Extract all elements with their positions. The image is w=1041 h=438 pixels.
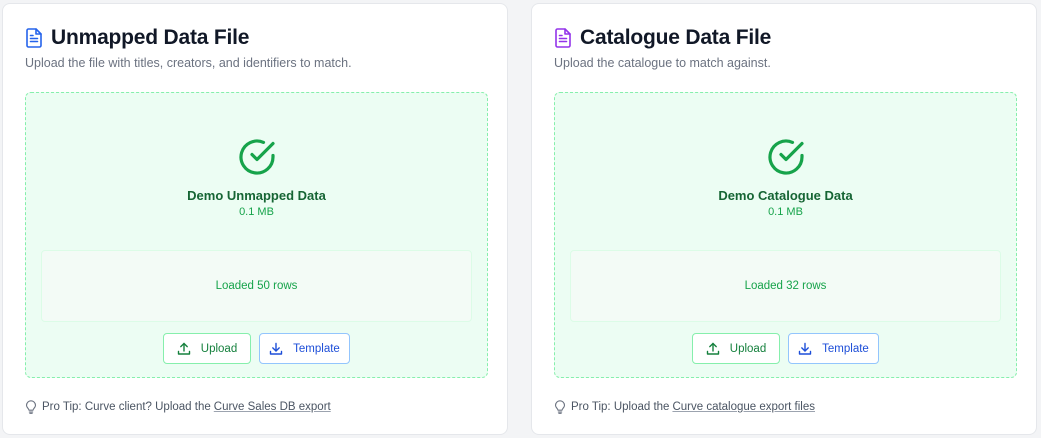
- upload-label: Upload: [729, 342, 767, 355]
- card-title: Catalogue Data File: [580, 26, 772, 49]
- pro-tip-link[interactable]: Curve catalogue export files: [672, 401, 815, 413]
- template-label: Template: [822, 342, 869, 355]
- card-subtitle: Upload the catalogue to match against.: [554, 56, 771, 70]
- check-circle-icon: [768, 139, 804, 175]
- load-status-text: Loaded 50 rows: [215, 280, 298, 292]
- pro-tip-text: Pro Tip: Upload the: [571, 401, 670, 413]
- pro-tip-link[interactable]: Curve Sales DB export: [214, 401, 331, 413]
- lightbulb-icon: [25, 400, 37, 414]
- lightbulb-icon: [554, 400, 566, 414]
- card-header: Unmapped Data File: [25, 26, 249, 50]
- upload-button[interactable]: Upload: [163, 333, 251, 364]
- file-size: 0.1 MB: [768, 206, 803, 218]
- file-dropzone[interactable]: Demo Unmapped Data 0.1 MB Loaded 50 rows…: [25, 92, 488, 378]
- template-button[interactable]: Template: [788, 333, 879, 364]
- action-buttons: Upload Template: [26, 333, 487, 364]
- card-subtitle: Upload the file with titles, creators, a…: [25, 56, 352, 70]
- upload-icon: [177, 342, 190, 355]
- template-button[interactable]: Template: [259, 333, 350, 364]
- unmapped-data-card: Unmapped Data File Upload the file with …: [2, 3, 508, 435]
- load-status-text: Loaded 32 rows: [744, 280, 827, 292]
- load-status-panel: Loaded 32 rows: [570, 250, 1001, 322]
- load-status-panel: Loaded 50 rows: [41, 250, 472, 322]
- download-icon: [269, 342, 283, 355]
- pro-tip: Pro Tip: Curve client? Upload the Curve …: [25, 400, 331, 414]
- card-header: Catalogue Data File: [554, 26, 771, 50]
- upload-button[interactable]: Upload: [692, 333, 780, 364]
- catalogue-data-card: Catalogue Data File Upload the catalogue…: [531, 3, 1037, 435]
- template-label: Template: [293, 342, 340, 355]
- upload-icon: [706, 342, 719, 355]
- file-name: Demo Catalogue Data: [718, 188, 853, 203]
- pro-tip-text: Pro Tip: Curve client? Upload the: [42, 401, 211, 413]
- file-text-icon: [26, 28, 42, 48]
- file-size: 0.1 MB: [239, 206, 274, 218]
- check-circle-icon: [239, 139, 275, 175]
- pro-tip: Pro Tip: Upload the Curve catalogue expo…: [554, 400, 815, 414]
- card-title: Unmapped Data File: [51, 26, 250, 49]
- download-icon: [798, 342, 812, 355]
- file-dropzone[interactable]: Demo Catalogue Data 0.1 MB Loaded 32 row…: [554, 92, 1017, 378]
- action-buttons: Upload Template: [555, 333, 1016, 364]
- upload-label: Upload: [200, 342, 238, 355]
- file-name: Demo Unmapped Data: [187, 188, 326, 203]
- file-text-icon: [555, 28, 571, 48]
